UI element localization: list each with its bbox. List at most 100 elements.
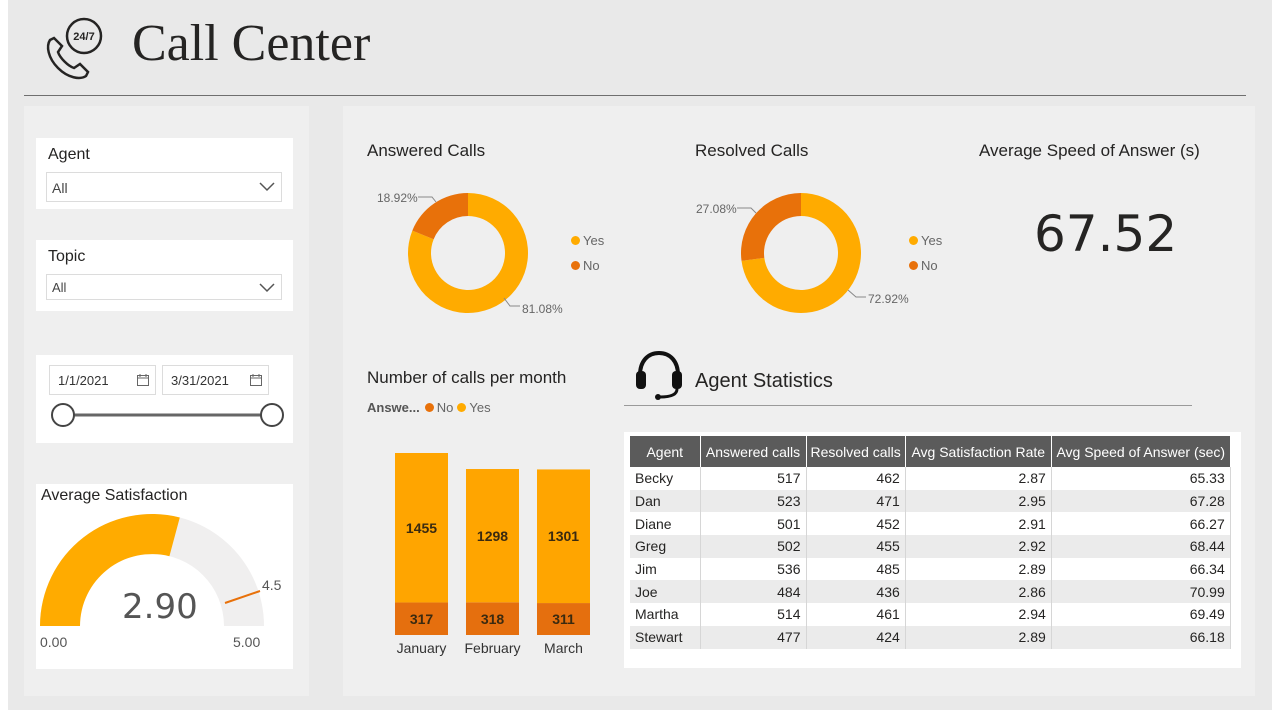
agent-stats-divider bbox=[624, 405, 1192, 406]
table-cell: Joe bbox=[630, 580, 701, 604]
headset-icon bbox=[636, 350, 682, 400]
table-row[interactable]: Greg 502 455 2.92 68.44 bbox=[630, 535, 1231, 558]
table-cell: 68.44 bbox=[1051, 535, 1231, 558]
column-header[interactable]: Avg Speed of Answer (sec) bbox=[1051, 436, 1231, 467]
resolved-legend-yes[interactable]: Yes bbox=[909, 233, 942, 248]
legend-dot-no bbox=[424, 403, 434, 412]
table-cell: 2.94 bbox=[905, 603, 1052, 626]
column-header[interactable]: Avg Satisfaction Rate bbox=[905, 436, 1052, 467]
topic-slicer-title: Topic bbox=[48, 248, 86, 265]
slider-start-handle[interactable] bbox=[51, 403, 75, 427]
donut-slice-no[interactable] bbox=[412, 193, 468, 240]
resolved-legend-no[interactable]: No bbox=[909, 258, 938, 273]
end-date-input[interactable]: 3/31/2021 bbox=[162, 365, 269, 395]
agent-slicer-title: Agent bbox=[48, 146, 90, 163]
table-cell: 455 bbox=[806, 535, 906, 558]
agent-dropdown-value: All bbox=[52, 180, 68, 196]
table-cell: Dan bbox=[630, 489, 701, 513]
table-cell: 452 bbox=[806, 512, 906, 536]
answered-legend-no[interactable]: No bbox=[571, 258, 600, 273]
table-cell: Diane bbox=[630, 512, 701, 536]
answered-legend-no-label: No bbox=[583, 258, 600, 273]
calendar-icon bbox=[137, 374, 149, 386]
calendar-icon bbox=[250, 374, 262, 386]
slider-end-handle[interactable] bbox=[260, 403, 284, 427]
agent-stats-title: Agent Statistics bbox=[695, 370, 833, 392]
answered-no-pct: 18.92% bbox=[377, 191, 418, 205]
table-cell: 65.33 bbox=[1051, 467, 1231, 490]
resolved-legend-yes-label: Yes bbox=[921, 233, 943, 248]
table-cell: 501 bbox=[700, 512, 807, 536]
date-slicer: 1/1/2021 3/31/2021 bbox=[36, 355, 293, 443]
table-row[interactable]: Becky 517 462 2.87 65.33 bbox=[630, 467, 1231, 490]
table-row[interactable]: Martha 514 461 2.94 69.49 bbox=[630, 603, 1231, 626]
table-row[interactable]: Jim 536 485 2.89 66.34 bbox=[630, 557, 1231, 581]
bar-label-yes: 1301 bbox=[547, 528, 580, 545]
page-title: Call Center bbox=[132, 15, 371, 72]
table-row[interactable]: Joe 484 436 2.86 70.99 bbox=[630, 580, 1231, 604]
table-row[interactable]: Dan 523 471 2.95 67.28 bbox=[630, 489, 1231, 513]
table-cell: 517 bbox=[700, 467, 807, 490]
avg-satisfaction-value: 2.90 bbox=[122, 587, 198, 627]
bar-label-no: 317 bbox=[409, 610, 434, 627]
answered-calls-donut[interactable] bbox=[398, 183, 538, 323]
calls-per-month-title: Number of calls per month bbox=[367, 368, 567, 387]
avg-speed-value: 67.52 bbox=[1034, 205, 1178, 263]
avg-speed-title: Average Speed of Answer (s) bbox=[979, 141, 1200, 160]
topic-dropdown[interactable]: All bbox=[46, 274, 282, 300]
legend-no-label[interactable]: No bbox=[437, 400, 454, 415]
start-date-value: 1/1/2021 bbox=[58, 373, 109, 388]
answered-legend-yes-label: Yes bbox=[583, 233, 605, 248]
table-cell: 477 bbox=[700, 625, 807, 649]
legend-yes-label[interactable]: Yes bbox=[469, 400, 490, 415]
table-cell: 462 bbox=[806, 467, 906, 490]
table-row[interactable]: Stewart 477 424 2.89 66.18 bbox=[630, 625, 1231, 649]
resolved-no-pct: 27.08% bbox=[696, 202, 737, 216]
topic-dropdown-value: All bbox=[52, 280, 67, 295]
month-label: February bbox=[464, 640, 521, 656]
answered-yes-pct: 81.08% bbox=[522, 302, 563, 316]
table-cell: 2.87 bbox=[905, 467, 1052, 490]
end-date-value: 3/31/2021 bbox=[171, 373, 229, 388]
bar-label-yes: 1455 bbox=[405, 519, 438, 536]
table-cell: 2.89 bbox=[905, 625, 1052, 649]
column-header[interactable]: Resolved calls bbox=[806, 436, 906, 467]
table-row[interactable]: Diane 501 452 2.91 66.27 bbox=[630, 512, 1231, 536]
answered-calls-title: Answered Calls bbox=[367, 141, 486, 160]
column-header[interactable]: Answered calls bbox=[700, 436, 807, 467]
table-cell: Becky bbox=[630, 467, 701, 490]
agent-dropdown[interactable]: All bbox=[46, 172, 282, 202]
table-cell: 424 bbox=[806, 625, 906, 649]
table-cell: 2.95 bbox=[905, 489, 1052, 513]
start-date-input[interactable]: 1/1/2021 bbox=[49, 365, 156, 395]
table-cell: 436 bbox=[806, 580, 906, 604]
donut-slice-no[interactable] bbox=[741, 193, 801, 261]
table-cell: Martha bbox=[630, 603, 701, 626]
resolved-yes-pct: 72.92% bbox=[868, 292, 909, 306]
table-cell: 2.86 bbox=[905, 580, 1052, 604]
table-cell: Greg bbox=[630, 535, 701, 558]
table-cell: 70.99 bbox=[1051, 580, 1231, 604]
table-cell: Stewart bbox=[630, 625, 701, 649]
answered-legend-yes[interactable]: Yes bbox=[571, 233, 604, 248]
resolved-calls-donut[interactable] bbox=[731, 183, 871, 323]
table-cell: 2.91 bbox=[905, 512, 1052, 536]
gauge-max-label: 5.00 bbox=[233, 634, 261, 650]
table-cell: 67.28 bbox=[1051, 489, 1231, 513]
table-cell: 502 bbox=[700, 535, 807, 558]
resolved-calls-title: Resolved Calls bbox=[695, 141, 809, 160]
date-range-slider[interactable] bbox=[36, 400, 293, 440]
phone-24-7-icon: 24/7 bbox=[46, 17, 103, 80]
legend-dot-yes bbox=[457, 403, 467, 412]
legend-title: Answe... bbox=[367, 400, 420, 415]
table-cell: 484 bbox=[700, 580, 807, 604]
calls-per-month-legend: Answe... No Yes bbox=[367, 400, 491, 415]
month-label: January bbox=[396, 640, 447, 656]
legend-dot-yes bbox=[571, 236, 580, 245]
resolved-legend-no-label: No bbox=[921, 258, 938, 273]
legend-dot-no bbox=[571, 261, 580, 270]
table-cell: 461 bbox=[806, 603, 906, 626]
column-header[interactable]: Agent bbox=[630, 436, 701, 467]
table-cell: 66.18 bbox=[1051, 625, 1231, 649]
header-divider bbox=[24, 95, 1246, 96]
